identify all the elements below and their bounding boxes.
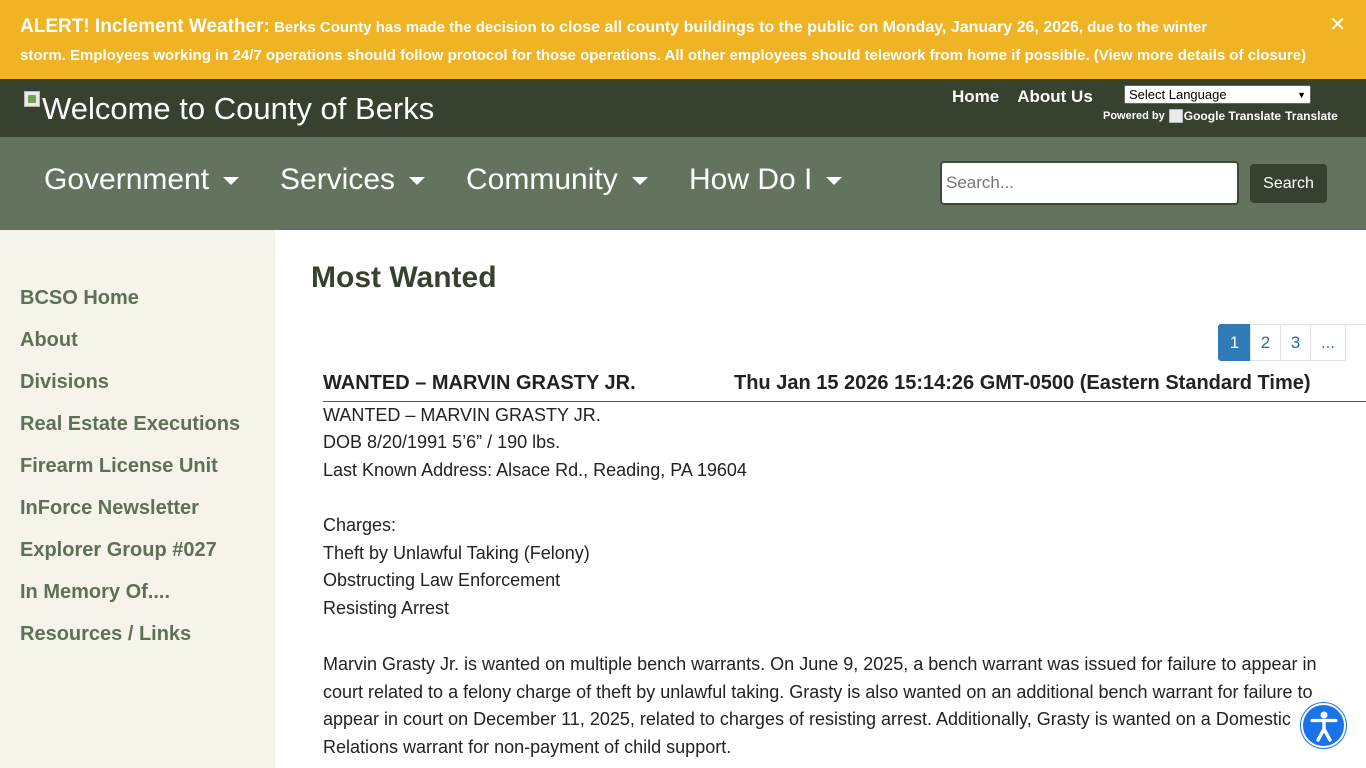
accessibility-button[interactable] bbox=[1301, 703, 1346, 748]
weather-alert-banner: ALERT! Inclement Weather: Berks County h… bbox=[0, 0, 1366, 79]
sidebar-item-about[interactable]: About bbox=[20, 329, 78, 352]
search-input[interactable] bbox=[940, 161, 1239, 205]
nav-how-do-i-label: How Do I bbox=[689, 163, 813, 196]
nav-community[interactable]: Community bbox=[466, 163, 648, 197]
sidebar-item-real-estate-executions[interactable]: Real Estate Executions bbox=[20, 413, 240, 436]
language-select-value: Select Language bbox=[1129, 87, 1227, 102]
header-links: Home About Us bbox=[952, 87, 1093, 107]
powered-by-text: Powered by bbox=[1103, 110, 1165, 122]
sidebar: BCSO Home About Divisions Real Estate Ex… bbox=[0, 230, 275, 768]
site-logo-link[interactable]: Welcome to County of Berks bbox=[24, 91, 434, 127]
nav-services[interactable]: Services bbox=[280, 163, 426, 197]
google-translate-credit: Powered by Google Translate Translate bbox=[1103, 109, 1338, 123]
alert-text-pre: Berks County has made the decision to bbox=[269, 19, 560, 36]
post-line-name: WANTED – MARVIN GRASTY JR. bbox=[323, 405, 601, 425]
caret-down-icon bbox=[409, 177, 426, 185]
post-date: Thu Jan 15 2026 15:14:26 GMT-0500 (Easte… bbox=[734, 372, 1311, 394]
post-line-charge-3: Resisting Arrest bbox=[323, 598, 450, 618]
translate-link[interactable]: Translate bbox=[1285, 109, 1338, 123]
alert-text-strong: close all county buildings to the public… bbox=[559, 19, 1079, 36]
accessibility-icon bbox=[1309, 711, 1338, 742]
page-1-button[interactable]: 1 bbox=[1218, 324, 1251, 361]
page-title: Most Wanted bbox=[311, 261, 497, 294]
nav-government[interactable]: Government bbox=[44, 163, 240, 197]
post-title[interactable]: WANTED – MARVIN GRASTY JR. bbox=[323, 372, 636, 395]
page-3-button[interactable]: 3 bbox=[1280, 324, 1311, 361]
chevron-down-icon: ▼ bbox=[1297, 89, 1306, 100]
post-line-charge-2: Obstructing Law Enforcement bbox=[323, 570, 561, 590]
alert-line-1: ALERT! Inclement Weather: Berks County h… bbox=[20, 13, 1306, 42]
header-link-home[interactable]: Home bbox=[952, 87, 999, 107]
page-more-button[interactable]: ... bbox=[1310, 324, 1346, 361]
post-header: WANTED – MARVIN GRASTY JR. Thu Jan 15 20… bbox=[323, 369, 1366, 402]
alert-title: ALERT! Inclement Weather: bbox=[20, 16, 270, 37]
close-icon[interactable]: ✕ bbox=[1329, 12, 1346, 37]
sidebar-item-explorer-group[interactable]: Explorer Group #027 bbox=[20, 539, 217, 562]
sidebar-item-resources-links[interactable]: Resources / Links bbox=[20, 623, 191, 646]
caret-down-icon bbox=[826, 177, 843, 185]
caret-down-icon bbox=[223, 177, 240, 185]
sidebar-item-divisions[interactable]: Divisions bbox=[20, 371, 109, 394]
pagination: 1 2 3 ... bbox=[1218, 324, 1346, 361]
pager-divider bbox=[1344, 324, 1366, 325]
sidebar-item-inforce-newsletter[interactable]: InForce Newsletter bbox=[20, 497, 199, 520]
sidebar-item-in-memory-of[interactable]: In Memory Of.... bbox=[20, 581, 170, 604]
header-link-about-us[interactable]: About Us bbox=[1017, 87, 1093, 107]
post-line-dob: DOB 8/20/1991 5’6” / 190 lbs. bbox=[323, 432, 561, 452]
google-translate-alt: Google Translate bbox=[1183, 109, 1282, 123]
nav-how-do-i[interactable]: How Do I bbox=[689, 163, 843, 197]
google-logo-icon bbox=[1168, 109, 1183, 123]
nav-government-label: Government bbox=[44, 163, 210, 196]
alert-text-post: , due to the winter bbox=[1078, 19, 1208, 36]
logo-alt-text: Welcome to County of Berks bbox=[42, 91, 435, 126]
post-line-address: Last Known Address: Alsace Rd., Reading,… bbox=[323, 460, 747, 480]
nav-services-label: Services bbox=[280, 163, 396, 196]
page-2-button[interactable]: 2 bbox=[1250, 324, 1281, 361]
caret-down-icon bbox=[631, 177, 648, 185]
alert-line-2[interactable]: storm. Employees working in 24/7 operati… bbox=[20, 42, 1306, 70]
post-line-charge-1: Theft by Unlawful Taking (Felony) bbox=[323, 543, 590, 563]
nav-community-label: Community bbox=[466, 163, 618, 196]
broken-image-icon bbox=[24, 91, 40, 107]
post-description: Marvin Grasty Jr. is wanted on multiple … bbox=[323, 654, 1317, 757]
search-button[interactable]: Search bbox=[1250, 164, 1327, 203]
sidebar-item-bcso-home[interactable]: BCSO Home bbox=[20, 287, 139, 310]
sidebar-item-firearm-license-unit[interactable]: Firearm License Unit bbox=[20, 455, 218, 478]
post-line-charges-heading: Charges: bbox=[323, 515, 397, 535]
language-select[interactable]: Select Language ▼ bbox=[1124, 85, 1311, 104]
